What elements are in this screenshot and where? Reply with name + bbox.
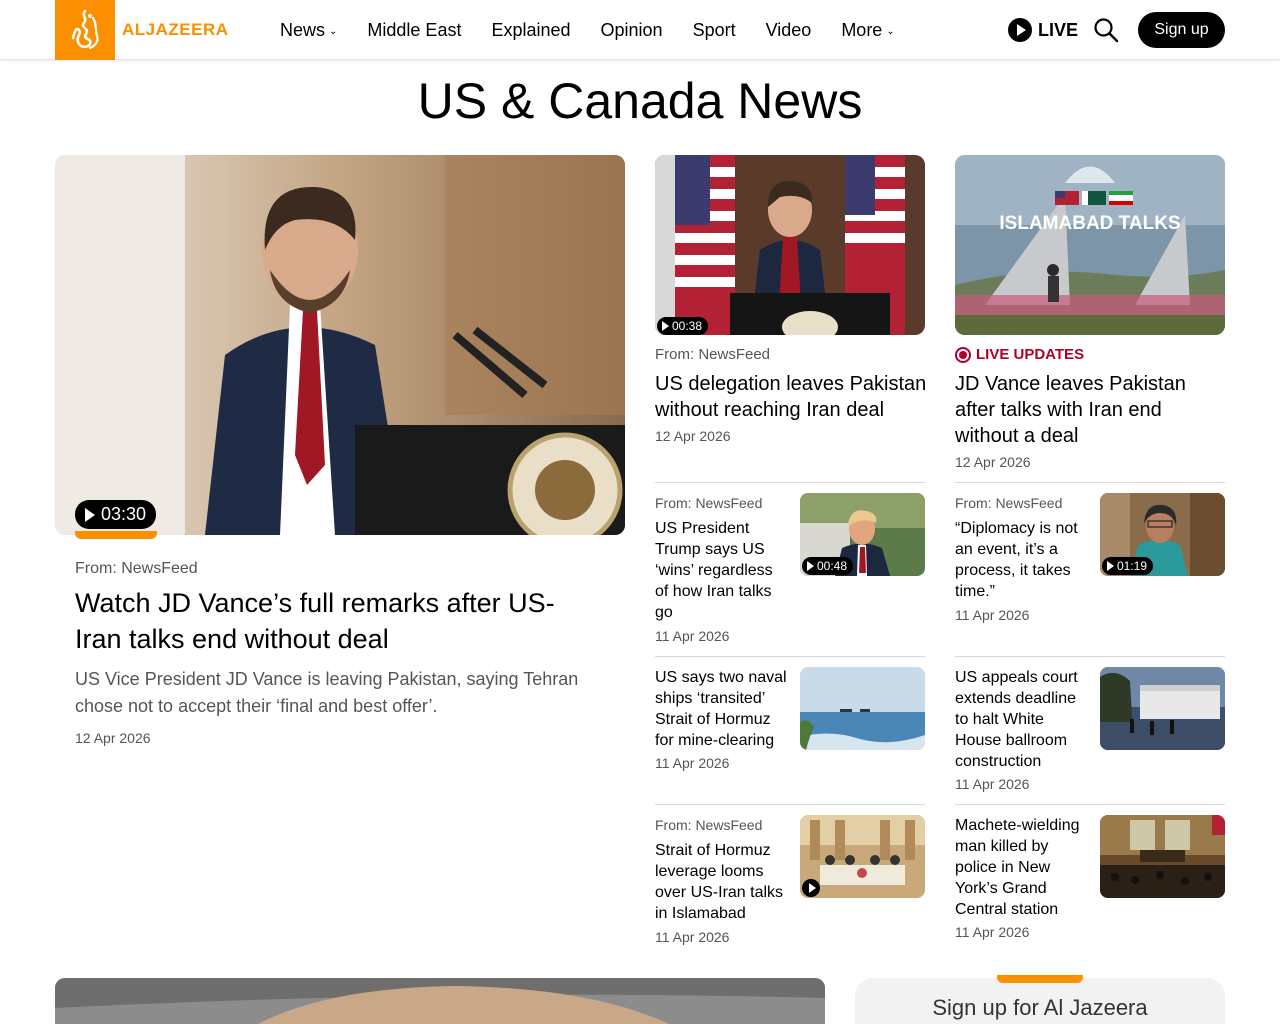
live-label: LIVE xyxy=(1038,19,1079,40)
image-caption: ISLAMABAD TALKS xyxy=(999,213,1180,234)
story-headline[interactable]: US appeals court extends deadline to hal… xyxy=(955,667,1090,772)
play-icon xyxy=(1107,561,1114,571)
site-header: ALJAZEERA News ⌄ Middle East Explained Op… xyxy=(0,0,1280,60)
story-thumbnail[interactable] xyxy=(800,667,925,750)
divider xyxy=(955,804,1225,805)
story-headline[interactable]: JD Vance leaves Pakistan after talks wit… xyxy=(955,371,1215,449)
story-source: From: NewsFeed xyxy=(75,560,198,577)
story-date: 11 Apr 2026 xyxy=(955,607,1030,623)
nav-item-more[interactable]: More ⌄ xyxy=(841,20,894,41)
badge-text: LIVE UPDATES xyxy=(976,346,1085,363)
live-updates-badge: LIVE UPDATES xyxy=(955,346,1084,363)
nav-label: Middle East xyxy=(367,19,462,40)
video-duration-badge[interactable]: 00:38 xyxy=(657,317,709,335)
story-image[interactable] xyxy=(655,155,925,335)
nav-label: Explained xyxy=(491,19,571,40)
story-date: 12 Apr 2026 xyxy=(955,454,1031,470)
story-headline[interactable]: Strait of Hormuz leverage looms over US-… xyxy=(655,840,790,924)
nav-label: News xyxy=(280,19,326,40)
play-icon xyxy=(808,883,816,893)
story-headline[interactable]: US President Trump says US ‘wins’ regard… xyxy=(655,518,790,623)
story-image[interactable]: ISLAMABAD TALKS xyxy=(955,155,1225,335)
main-story-headline[interactable]: Watch JD Vance’s full remarks after US-I… xyxy=(75,585,595,657)
sign-up-button[interactable]: Sign up xyxy=(1138,12,1225,48)
main-nav: News ⌄ Middle East Explained Opinion Spor… xyxy=(280,0,895,60)
duration-text: 03:30 xyxy=(101,504,147,524)
story-source: From: NewsFeed xyxy=(955,495,1063,511)
aljazeera-logo[interactable] xyxy=(55,0,115,60)
chevron-down-icon: ⌄ xyxy=(886,25,895,37)
nav-label: Opinion xyxy=(600,19,663,40)
duration-text: 00:38 xyxy=(672,319,703,333)
duration-text: 01:19 xyxy=(1117,559,1148,573)
story-date: 11 Apr 2026 xyxy=(955,924,1030,940)
video-duration-badge[interactable]: 03:30 xyxy=(75,500,157,529)
main-story-image[interactable] xyxy=(55,155,625,535)
story-date: 12 Apr 2026 xyxy=(655,428,731,444)
divider xyxy=(955,656,1225,657)
chevron-down-icon: ⌄ xyxy=(329,25,338,37)
story-headline[interactable]: “Diplomacy is not an event, it’s a proce… xyxy=(955,518,1090,602)
live-link[interactable]: LIVE xyxy=(1008,18,1078,42)
story-date: 12 Apr 2026 xyxy=(75,730,151,746)
logo-wordmark[interactable]: ALJAZEERA xyxy=(122,20,229,40)
divider xyxy=(655,804,925,805)
video-duration-badge[interactable]: 01:19 xyxy=(1102,557,1154,575)
search-icon[interactable] xyxy=(1093,17,1119,43)
accent-bar xyxy=(75,531,157,539)
divider xyxy=(655,656,925,657)
nav-item-news[interactable]: News ⌄ xyxy=(280,20,337,41)
play-icon xyxy=(85,507,95,522)
page-title: US & Canada News xyxy=(417,73,863,129)
play-icon xyxy=(807,561,814,571)
story-date: 11 Apr 2026 xyxy=(955,776,1030,792)
nav-label: Video xyxy=(765,19,812,40)
story-thumbnail[interactable] xyxy=(1100,667,1225,750)
divider xyxy=(955,482,1225,483)
story-thumbnail[interactable] xyxy=(1100,815,1225,898)
video-duration-badge[interactable]: 00:48 xyxy=(802,557,854,575)
live-dot-icon xyxy=(955,346,971,363)
aljazeera-logo-icon xyxy=(71,9,99,50)
story-date: 11 Apr 2026 xyxy=(655,929,730,945)
nav-label: More xyxy=(841,19,883,40)
accent-bar xyxy=(997,975,1083,983)
story-source: From: NewsFeed xyxy=(655,346,771,363)
play-button[interactable] xyxy=(802,879,820,897)
story-source: From: NewsFeed xyxy=(655,817,763,833)
main-story-summary: US Vice President JD Vance is leaving Pa… xyxy=(75,669,579,716)
nav-item-middle-east[interactable]: Middle East xyxy=(367,20,461,41)
newsletter-signup-title: Sign up for Al Jazeera xyxy=(932,995,1148,1020)
nav-item-explained[interactable]: Explained xyxy=(491,20,570,41)
story-headline[interactable]: US delegation leaves Pakistan without re… xyxy=(655,371,930,423)
duration-text: 00:48 xyxy=(817,559,848,573)
story-date: 11 Apr 2026 xyxy=(655,755,730,771)
story-date: 11 Apr 2026 xyxy=(655,628,730,644)
play-icon xyxy=(1008,18,1032,42)
story-headline[interactable]: US says two naval ships ‘transited’ Stra… xyxy=(655,667,790,751)
story-headline[interactable]: Machete-wielding man killed by police in… xyxy=(955,815,1090,920)
play-icon xyxy=(662,321,669,331)
divider xyxy=(655,482,925,483)
feature-image[interactable] xyxy=(55,978,825,1024)
story-source: From: NewsFeed xyxy=(655,495,763,511)
nav-item-opinion[interactable]: Opinion xyxy=(601,20,663,41)
nav-label: Sport xyxy=(692,19,736,40)
nav-item-sport[interactable]: Sport xyxy=(693,20,736,41)
nav-item-video[interactable]: Video xyxy=(766,20,812,41)
